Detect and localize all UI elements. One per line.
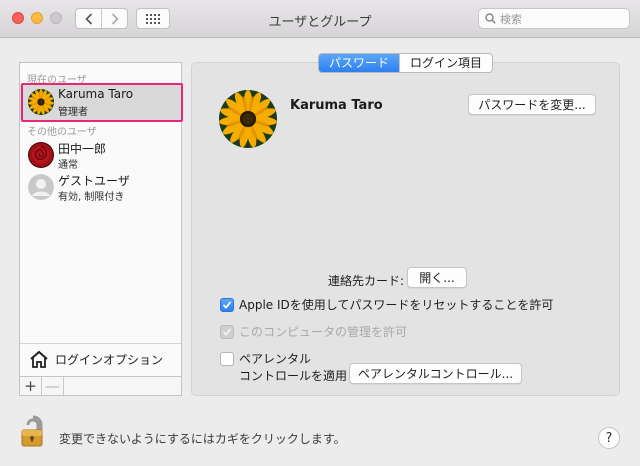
minimize-button[interactable] <box>31 12 43 24</box>
parental-controls-label-line1: ペアレンタル <box>239 352 312 366</box>
rose-avatar <box>28 142 54 168</box>
house-icon <box>30 350 48 368</box>
parental-controls-option[interactable]: ペアレンタル <box>220 350 311 367</box>
user-name: ゲストユーザ <box>58 174 130 188</box>
allow-admin-label: このコンピュータの管理を許可 <box>239 325 408 339</box>
zoom-button[interactable] <box>50 12 62 24</box>
checkmark-icon <box>222 327 232 336</box>
search-placeholder: 検索 <box>500 12 522 26</box>
user-name: Karuma Taro <box>58 87 134 101</box>
close-button[interactable] <box>12 12 24 24</box>
chevron-left-icon <box>84 12 92 25</box>
checkmark-icon <box>222 300 232 309</box>
login-options-label: ログインオプション <box>55 352 164 367</box>
back-button[interactable] <box>76 9 101 28</box>
add-user-button[interactable]: + <box>20 377 42 395</box>
user-name: 田中一郎 <box>58 142 107 156</box>
other-users-label: その他のユーザ <box>27 127 97 138</box>
sunflower-avatar <box>28 89 54 115</box>
parental-controls-button[interactable]: ペアレンタルコントロール... <box>349 363 522 384</box>
parental-controls-checkbox[interactable] <box>220 351 234 366</box>
title-bar: ユーザとグループ 検索 <box>0 0 640 38</box>
allow-apple-id-reset-option[interactable]: Apple IDを使用してパスワードをリセットすることを許可 <box>220 296 553 313</box>
search-icon <box>485 13 496 24</box>
search-field[interactable]: 検索 <box>478 8 630 29</box>
allow-admin-option: このコンピュータの管理を許可 <box>220 323 407 340</box>
user-role: 有効, 制限付き <box>58 192 125 203</box>
forward-button[interactable] <box>101 9 127 28</box>
user-role: 管理者 <box>58 107 88 118</box>
chevron-right-icon <box>111 12 119 25</box>
user-row-karuma-taro[interactable]: Karuma Taro 管理者 <box>20 84 181 120</box>
open-contact-button[interactable]: 開く... <box>407 267 467 288</box>
padlock-icon[interactable] <box>20 414 46 451</box>
allow-admin-checkbox <box>220 324 234 339</box>
lock-message: 変更できないようにするにはカギをクリックします。 <box>59 432 346 446</box>
allow-apple-id-label: Apple IDを使用してパスワードをリセットすることを許可 <box>239 298 554 312</box>
user-picture[interactable] <box>219 90 277 148</box>
users-groups-window: ユーザとグループ 検索 現在のユーザ Karuma Taro 管理者 その他のユ… <box>0 0 640 466</box>
remove-user-button[interactable]: — <box>42 377 64 395</box>
show-all-button[interactable] <box>136 8 170 29</box>
users-sidebar: 現在のユーザ Karuma Taro 管理者 その他のユーザ 田中一郎 通常 ゲ… <box>19 62 182 396</box>
user-full-name: Karuma Taro <box>290 98 383 113</box>
parental-controls-label-line2: コントロールを適用 <box>239 369 348 383</box>
user-row-tanaka[interactable]: 田中一郎 通常 <box>20 137 181 173</box>
user-row-guest[interactable]: ゲストユーザ 有効, 制限付き <box>20 169 181 205</box>
grid-icon <box>146 13 160 24</box>
tab-password[interactable]: パスワード <box>319 54 400 72</box>
help-button[interactable]: ? <box>598 427 620 449</box>
login-options-item[interactable]: ログインオプション <box>20 343 181 374</box>
tab-bar: パスワード ログイン項目 <box>318 53 494 73</box>
nav-buttons <box>75 8 128 29</box>
change-password-button[interactable]: パスワードを変更... <box>468 94 596 115</box>
sidebar-toolbar: + — <box>19 376 182 396</box>
allow-apple-id-checkbox[interactable] <box>220 297 234 312</box>
tab-login-items[interactable]: ログイン項目 <box>399 54 492 72</box>
person-silhouette-icon <box>28 174 54 200</box>
contact-card-label: 連絡先カード: <box>328 274 405 288</box>
